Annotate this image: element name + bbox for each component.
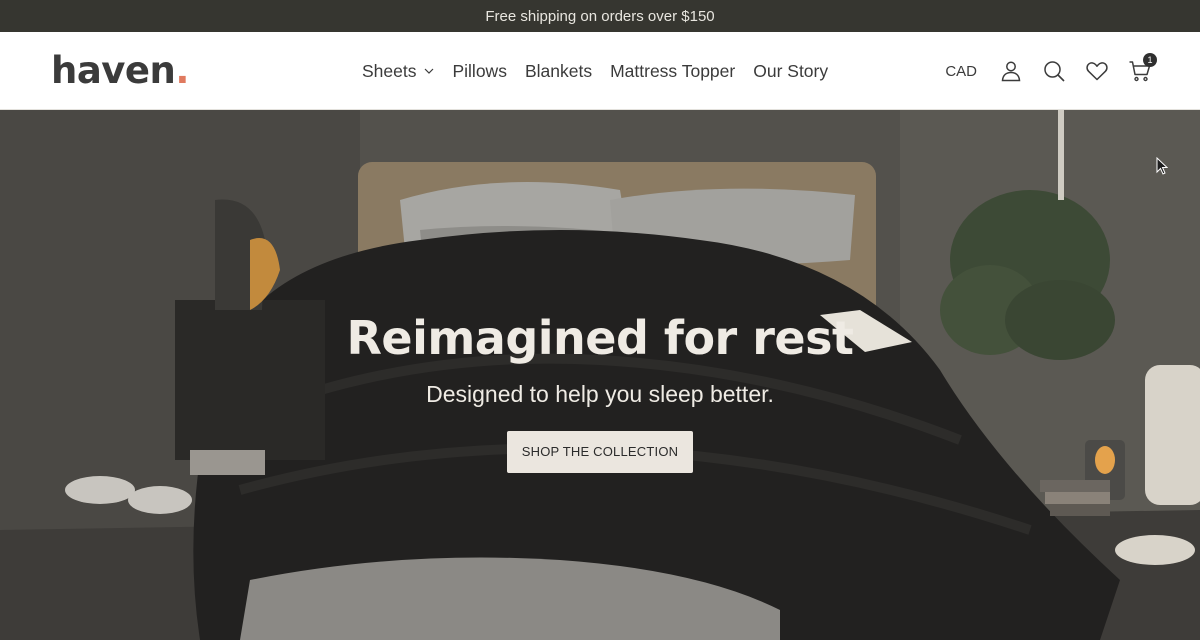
nav-label-mattress-topper: Mattress Topper [610,60,736,81]
logo-dot: . [175,49,189,92]
wishlist-icon[interactable] [1085,59,1109,83]
hero-subtitle: Designed to help you sleep better. [426,381,774,407]
cart-icon[interactable]: 1 [1128,53,1157,83]
main-nav: Sheets Pillows Blankets Mattress Topper … [362,32,828,110]
hero-title: Reimagined for rest [346,311,854,365]
logo-text: haven [51,49,176,92]
hero-content: Reimagined for rest Designed to help you… [0,310,1200,473]
header-utilities: CAD 1 [945,32,1157,110]
nav-item-pillows[interactable]: Pillows [452,61,506,82]
hero-banner: Reimagined for rest Designed to help you… [0,110,1200,640]
nav-item-mattress-topper[interactable]: Mattress Topper [610,61,735,82]
search-icon[interactable] [1042,59,1066,83]
shop-collection-button[interactable]: SHOP THE COLLECTION [507,431,693,473]
nav-item-blankets[interactable]: Blankets [525,61,592,82]
account-icon[interactable] [999,59,1023,83]
nav-label-blankets: Blankets [524,60,593,81]
nav-label-our-story: Our Story [753,60,829,81]
mouse-cursor-icon [1156,157,1168,175]
nav-label-pillows: Pillows [452,60,507,81]
announcement-text: Free shipping on orders over $150 [485,7,715,25]
cart-count-badge: 1 [1143,53,1157,67]
site-header: haven. Sheets Pillows Blankets Mattress … [0,32,1200,110]
announcement-bar: Free shipping on orders over $150 [0,0,1200,32]
nav-label-sheets: Sheets [362,60,417,81]
logo[interactable]: haven. [51,49,189,93]
chevron-down-icon [425,68,434,74]
nav-item-our-story[interactable]: Our Story [753,61,828,82]
nav-item-sheets[interactable]: Sheets [362,61,434,82]
currency-selector[interactable]: CAD [945,63,977,80]
